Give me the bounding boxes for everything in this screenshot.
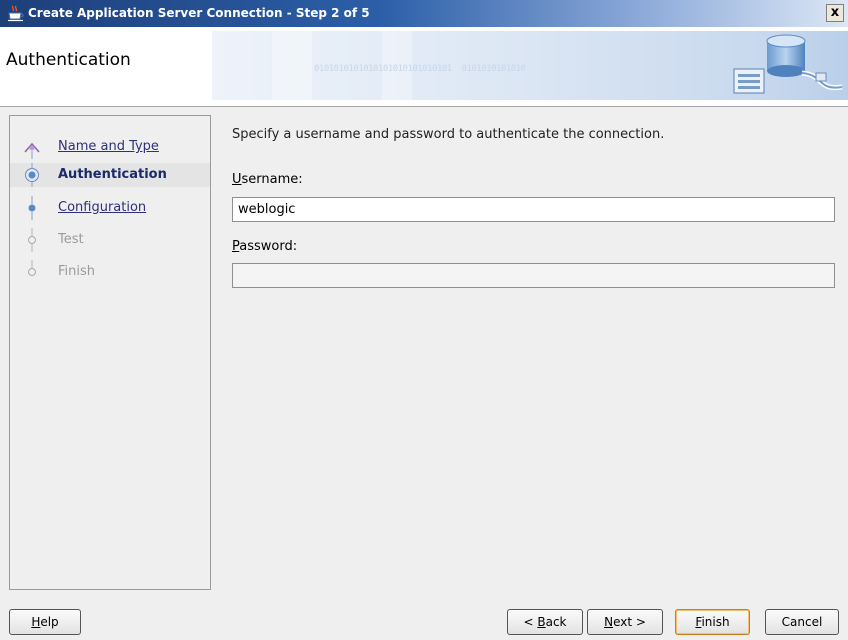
step-test: Test [10,228,210,252]
step-disabled-icon [28,260,36,276]
header-banner-art [212,31,848,100]
back-prefix: < [523,615,538,629]
username-label: Username: [232,172,303,187]
help-button[interactable]: Help [9,609,81,635]
finish-button[interactable]: Finish [675,609,750,635]
next-label: ext > [613,615,646,629]
back-label: ack [545,615,567,629]
finish-label: inish [701,615,730,629]
password-label: Password: [232,239,297,254]
step-configuration[interactable]: Configuration [10,196,210,220]
back-button[interactable]: < Back [507,609,583,635]
instruction-text: Specify a username and password to authe… [232,127,665,142]
step-pending-icon [28,196,36,220]
create-connection-dialog: Create Application Server Connection - S… [0,0,848,640]
wizard-steps-panel: Name and Type Authentication Configurati… [9,115,211,590]
step-label: Finish [58,264,96,279]
username-label-text: sername: [241,172,303,187]
password-label-text: assword: [239,239,298,254]
username-accelerator: U [232,172,242,187]
password-field[interactable] [232,263,835,288]
close-icon: x [830,5,840,20]
step-label: Configuration [58,200,147,215]
step-disabled-icon [28,228,36,252]
step-label: Authentication [58,167,167,182]
step-authentication: Authentication [10,163,210,187]
cancel-button[interactable]: Cancel [765,609,839,635]
step-label: Name and Type [58,139,159,154]
window-title: Create Application Server Connection - S… [28,6,370,20]
back-accelerator: B [537,615,546,629]
page-title: Authentication [6,50,131,70]
title-bar[interactable]: Create Application Server Connection - S… [0,0,848,27]
step-finish: Finish [10,260,210,284]
step-label: Test [58,232,84,247]
next-button[interactable]: Next > [587,609,663,635]
step-completed-icon [24,142,40,159]
header-binary-text: 0101010101010101010101010101 01010101010… [314,64,526,74]
step-name-and-type[interactable]: Name and Type [10,135,210,159]
username-field[interactable] [232,197,835,222]
java-cup-icon [8,5,24,22]
wizard-header: Authentication 0101010101010101010101010… [0,27,848,107]
step-current-icon [25,163,39,187]
next-accelerator: N [604,615,614,629]
help-label: elp [40,615,59,629]
help-accelerator: H [31,615,41,629]
close-button[interactable]: x [826,4,844,22]
